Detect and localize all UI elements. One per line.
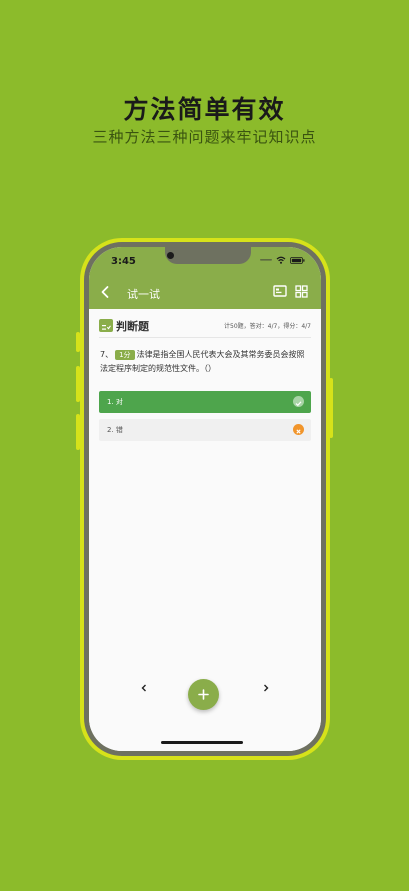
promo-headline: 方法简单有效: [123, 95, 286, 124]
phone-bezel: 3:45 试一试 判断题 计50题，答对：4/7，得分：4/7 7、 1分 法律…: [84, 242, 326, 756]
grid-icon[interactable]: [295, 285, 308, 298]
signal-icon: [260, 259, 272, 261]
back-button[interactable]: [97, 284, 113, 300]
option-false[interactable]: 2. 错: [99, 419, 311, 441]
answer-card-icon[interactable]: [273, 285, 287, 297]
wifi-icon: [276, 256, 286, 264]
prev-question-button[interactable]: [139, 683, 149, 693]
question-type-label: 判断题: [116, 320, 149, 333]
close-icon: [293, 424, 304, 435]
home-indicator[interactable]: [161, 741, 243, 744]
phone-notch: [165, 247, 251, 264]
score-badge: 1分: [115, 350, 135, 360]
question-stats: 计50题，答对：4/7，得分：4/7: [224, 323, 311, 330]
page-title: 试一试: [127, 288, 160, 301]
camera-icon: [167, 252, 174, 259]
list-check-icon: [102, 325, 111, 330]
question-header: 判断题 计50题，答对：4/7，得分：4/7: [99, 318, 311, 338]
phone-screen: 3:45 试一试 判断题 计50题，答对：4/7，得分：4/7 7、 1分 法律…: [89, 247, 321, 751]
add-button[interactable]: [188, 679, 219, 710]
phone-frame: 3:45 试一试 判断题 计50题，答对：4/7，得分：4/7 7、 1分 法律…: [80, 238, 330, 760]
question-number: 7、: [100, 350, 114, 359]
question-text-block: 7、 1分 法律是指全国人民代表大会及其常务委员会按照法定程序制定的规范性文件。（）: [100, 348, 310, 376]
option-label: 2. 错: [107, 426, 123, 434]
status-time: 3:45: [111, 256, 136, 267]
promo-subheadline: 三种方法三种问题来牢记知识点: [92, 128, 317, 146]
question-type-icon: [99, 319, 113, 332]
check-icon: [293, 396, 304, 407]
status-icons: [260, 256, 305, 264]
option-true[interactable]: 1. 对: [99, 391, 311, 413]
question-content: 判断题 计50题，答对：4/7，得分：4/7 7、 1分 法律是指全国人民代表大会及…: [89, 309, 321, 751]
next-question-button[interactable]: [261, 683, 271, 693]
plus-icon: [198, 689, 209, 700]
battery-icon: [290, 256, 305, 264]
option-label: 1. 对: [107, 398, 123, 406]
